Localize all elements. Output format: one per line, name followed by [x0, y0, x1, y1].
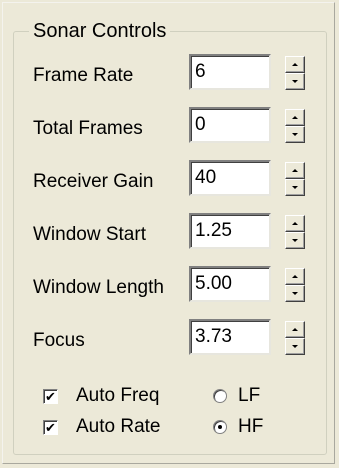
- receiver-gain-down-button[interactable]: [285, 179, 305, 196]
- window-length-down-button[interactable]: [285, 285, 305, 302]
- window-length-spinner[interactable]: [285, 268, 305, 302]
- window-start-down-button[interactable]: [285, 232, 305, 249]
- auto-freq-label: Auto Freq: [76, 385, 160, 406]
- total-frames-input[interactable]: [189, 107, 271, 143]
- row-total-frames: Total Frames: [3, 107, 336, 153]
- auto-freq-option[interactable]: ✔ Auto Freq: [3, 385, 203, 409]
- window-start-label: Window Start: [33, 224, 146, 245]
- window-start-input[interactable]: [189, 213, 271, 249]
- checkmark-icon: ✔: [45, 420, 56, 435]
- row-window-start: Window Start: [3, 213, 336, 259]
- groupbox-title: Sonar Controls: [29, 20, 171, 42]
- receiver-gain-label: Receiver Gain: [33, 171, 154, 192]
- total-frames-label: Total Frames: [33, 118, 143, 139]
- window-length-up-button[interactable]: [285, 268, 305, 285]
- frame-rate-up-button[interactable]: [285, 56, 305, 73]
- window-length-input[interactable]: [189, 266, 271, 302]
- up-arrow-icon: [292, 63, 298, 66]
- row-frame-rate: Frame Rate: [3, 54, 336, 100]
- receiver-gain-input[interactable]: [189, 160, 271, 196]
- total-frames-up-button[interactable]: [285, 109, 305, 126]
- hf-radio[interactable]: [213, 420, 227, 434]
- up-arrow-icon: [292, 116, 298, 119]
- total-frames-down-button[interactable]: [285, 126, 305, 143]
- auto-rate-checkbox[interactable]: ✔: [43, 420, 58, 435]
- lf-label: LF: [238, 385, 261, 406]
- window-length-label: Window Length: [33, 277, 164, 298]
- auto-rate-option[interactable]: ✔ Auto Rate: [3, 416, 203, 440]
- lf-radio[interactable]: [213, 389, 227, 403]
- down-arrow-icon: [292, 345, 298, 348]
- down-arrow-icon: [292, 292, 298, 295]
- up-arrow-icon: [292, 169, 298, 172]
- focus-label: Focus: [33, 330, 85, 351]
- frame-rate-input[interactable]: [189, 54, 271, 90]
- focus-spinner[interactable]: [285, 321, 305, 355]
- down-arrow-icon: [292, 133, 298, 136]
- hf-option[interactable]: HF: [203, 416, 303, 440]
- focus-input[interactable]: [189, 319, 271, 355]
- frame-rate-down-button[interactable]: [285, 73, 305, 90]
- row-focus: Focus: [3, 319, 336, 365]
- total-frames-spinner[interactable]: [285, 109, 305, 143]
- frame-rate-label: Frame Rate: [33, 65, 134, 86]
- receiver-gain-spinner[interactable]: [285, 162, 305, 196]
- focus-down-button[interactable]: [285, 338, 305, 355]
- window-start-up-button[interactable]: [285, 215, 305, 232]
- focus-up-button[interactable]: [285, 321, 305, 338]
- down-arrow-icon: [292, 80, 298, 83]
- window-start-spinner[interactable]: [285, 215, 305, 249]
- down-arrow-icon: [292, 239, 298, 242]
- receiver-gain-up-button[interactable]: [285, 162, 305, 179]
- sonar-panel: Sonar Controls Frame Rate Total Frames R…: [2, 2, 335, 464]
- up-arrow-icon: [292, 328, 298, 331]
- row-receiver-gain: Receiver Gain: [3, 160, 336, 206]
- frame-rate-spinner[interactable]: [285, 56, 305, 90]
- down-arrow-icon: [292, 186, 298, 189]
- radio-selected-dot: [218, 425, 222, 429]
- checkmark-icon: ✔: [45, 389, 56, 404]
- auto-rate-label: Auto Rate: [76, 416, 161, 437]
- auto-freq-checkbox[interactable]: ✔: [43, 389, 58, 404]
- hf-label: HF: [238, 416, 264, 437]
- up-arrow-icon: [292, 222, 298, 225]
- lf-option[interactable]: LF: [203, 385, 303, 409]
- up-arrow-icon: [292, 275, 298, 278]
- row-window-length: Window Length: [3, 266, 336, 312]
